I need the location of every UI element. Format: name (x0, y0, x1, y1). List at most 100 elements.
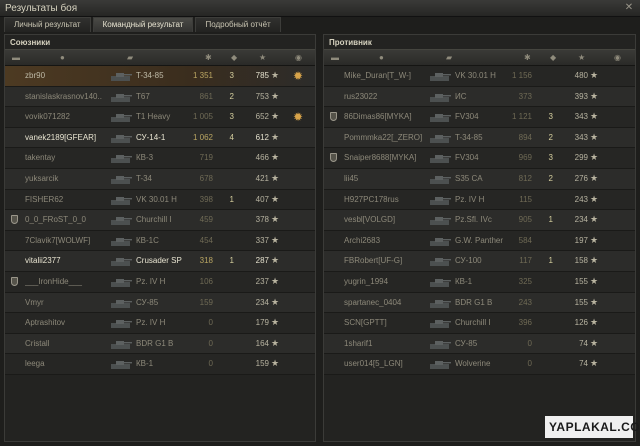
xp-column-icon[interactable]: ★ (578, 53, 585, 62)
player-row[interactable]: zbr90 T-34-85 1 351 3 785 ★ ✹ (5, 66, 315, 87)
xp-star-icon: ★ (590, 358, 599, 369)
player-row[interactable]: rus23022 ИС 373 393 ★ (324, 86, 635, 108)
allies-header-row: ▬ ● ▰ ✱ ◆ ★ ◉ (5, 49, 315, 66)
player-row[interactable]: 0_0_FRoST_0_0 Churchill I 459 378 ★ (5, 210, 315, 231)
tab-personal-result[interactable]: Личный результат (4, 17, 91, 32)
player-row[interactable]: Vmyr СУ-85 159 234 ★ (5, 292, 315, 314)
player-row[interactable]: vesbl[VOLGD] Pz.Sfl. IVc 905 1 234 ★ (324, 210, 635, 231)
medal-column-icon[interactable]: ◉ (295, 53, 302, 62)
player-name: vitalii2377 (25, 256, 61, 266)
damage-value: 373 (518, 91, 532, 101)
squad-column-icon[interactable]: ▬ (12, 53, 20, 62)
player-row[interactable]: spartanec_0404 BDR G1 B 243 155 ★ (324, 292, 635, 314)
xp-value: 785 (255, 71, 269, 80)
player-row[interactable]: Snaiper8688[MYKA] FV304 969 3 299 ★ (324, 148, 635, 169)
xp-star-icon: ★ (271, 234, 280, 245)
xp-value: 158 (574, 256, 588, 266)
player-row[interactable]: FISHER62 VK 30.01 H 398 1 407 ★ (5, 189, 315, 211)
player-row[interactable]: yugrin_1994 КВ-1 325 155 ★ (324, 271, 635, 293)
xp-value: 407 (255, 194, 269, 204)
player-name: Vmyr (25, 297, 44, 307)
damage-value: 584 (518, 235, 532, 245)
player-name: Cristall (25, 338, 50, 348)
player-row[interactable]: FBRobert[UF-G] СУ-100 117 1 158 ★ (324, 251, 635, 272)
xp-star-icon: ★ (271, 275, 280, 286)
damage-column-icon[interactable]: ✱ (524, 53, 531, 62)
kills-value: 2 (229, 91, 234, 101)
damage-value: 459 (199, 215, 213, 225)
player-name: yugrin_1994 (344, 276, 389, 286)
close-icon[interactable]: ✕ (622, 2, 636, 14)
player-column-icon[interactable]: ● (379, 53, 384, 62)
watermark-logo: YAPLAKAL.COM (545, 416, 640, 438)
kills-value: 3 (548, 153, 553, 163)
xp-star-icon: ★ (590, 234, 599, 245)
damage-column-icon[interactable]: ✱ (205, 53, 212, 62)
xp-star-icon: ★ (590, 214, 599, 225)
player-row[interactable]: 1sharif1 СУ-85 0 74 ★ (324, 333, 635, 355)
tank-column-icon[interactable]: ▰ (446, 53, 452, 62)
tank-icon (428, 316, 452, 330)
player-name: stanislaskrasnov140.. (25, 91, 102, 101)
tank-icon (428, 296, 452, 310)
tank-icon (428, 213, 452, 227)
damage-value: 398 (199, 194, 213, 204)
player-row[interactable]: SCN[GPTT] Churchill I 396 126 ★ (324, 313, 635, 334)
damage-value: 861 (199, 91, 213, 101)
player-row[interactable]: Cristall BDR G1 B 0 164 ★ (5, 333, 315, 355)
xp-star-icon: ★ (590, 296, 599, 307)
enemies-title: Противник (329, 38, 372, 47)
window-title: Результаты боя (5, 3, 78, 14)
player-row[interactable]: Pommmka22[_ZERO] T-34-85 894 2 343 ★ (324, 127, 635, 149)
player-row[interactable]: Mike_Duran[T_W-] VK 30.01 H1 156 480 ★ (324, 66, 635, 87)
damage-value: 159 (199, 297, 213, 307)
tank-icon (428, 337, 452, 351)
tab-bar: Личный результат Командный результат Под… (4, 17, 283, 32)
player-name: Mike_Duran[T_W-] (344, 71, 411, 80)
player-row[interactable]: H927PC178rus Pz. IV H 115 243 ★ (324, 189, 635, 211)
xp-column-icon[interactable]: ★ (259, 53, 266, 62)
player-row[interactable]: yuksarcik T-34 678 421 ★ (5, 168, 315, 190)
tab-detailed-report[interactable]: Подробный отчёт (195, 17, 281, 32)
xp-star-icon: ★ (590, 131, 599, 142)
tank-icon (428, 234, 452, 248)
xp-star-icon: ★ (590, 111, 599, 122)
damage-value: 318 (199, 256, 213, 266)
medal-icon[interactable]: ✹ (291, 69, 305, 83)
medal-column-icon[interactable]: ◉ (614, 53, 621, 62)
player-row[interactable]: Archi2683 G.W. Panther 584 197 ★ (324, 230, 635, 252)
player-column-icon[interactable]: ● (60, 53, 65, 62)
player-row[interactable]: vitalii2377 Crusader SP 318 1 287 ★ (5, 251, 315, 272)
tab-team-result[interactable]: Командный результат (92, 17, 194, 32)
player-row[interactable]: user014[5_LGN] Wolverine 0 74 ★ (324, 354, 635, 375)
xp-value: 480 (574, 71, 588, 80)
xp-star-icon: ★ (271, 337, 280, 348)
xp-star-icon: ★ (271, 317, 280, 328)
player-row[interactable]: 7Clavik7[WOLWF] КВ-1С 454 337 ★ (5, 230, 315, 252)
squad-icon (330, 153, 337, 163)
player-row[interactable]: vanek2189[GFEAR] СУ-14-1 1 062 4 612 ★ (5, 127, 315, 149)
player-row[interactable]: 86Dimas86[MYKA] FV304 1 121 3 343 ★ (324, 107, 635, 128)
xp-value: 243 (574, 194, 588, 204)
player-name: spartanec_0404 (344, 297, 402, 307)
player-row[interactable]: ___IronHide___ Pz. IV H 106 237 ★ (5, 271, 315, 293)
player-row[interactable]: takentay КВ-3 719 466 ★ (5, 148, 315, 169)
kills-column-icon[interactable]: ◆ (550, 53, 556, 62)
player-row[interactable]: lii45 S35 CA 812 2 276 ★ (324, 168, 635, 190)
xp-star-icon: ★ (590, 90, 599, 101)
player-row[interactable]: vovik071282 T1 Heavy 1 005 3 652 ★ ✹ (5, 107, 315, 128)
kills-column-icon[interactable]: ◆ (231, 53, 237, 62)
xp-value: 126 (574, 318, 588, 328)
player-name: rus23022 (344, 91, 378, 101)
player-row[interactable]: Aptrashitov Pz. IV H 0 179 ★ (5, 313, 315, 334)
medal-icon[interactable]: ✹ (291, 110, 305, 124)
player-row[interactable]: leega КВ-1 0 159 ★ (5, 354, 315, 375)
squad-column-icon[interactable]: ▬ (331, 53, 339, 62)
damage-value: 1 005 (192, 112, 213, 122)
player-name: 0_0_FRoST_0_0 (25, 215, 86, 225)
player-row[interactable]: stanislaskrasnov140.. T67 861 2 753 ★ (5, 86, 315, 108)
damage-value: 115 (519, 194, 532, 204)
tank-column-icon[interactable]: ▰ (127, 53, 133, 62)
allies-list: zbr90 T-34-85 1 351 3 785 ★ ✹ stanislaskrasnov1… (5, 66, 315, 375)
watermark-text: YAPLAKAL.COM (549, 420, 640, 434)
